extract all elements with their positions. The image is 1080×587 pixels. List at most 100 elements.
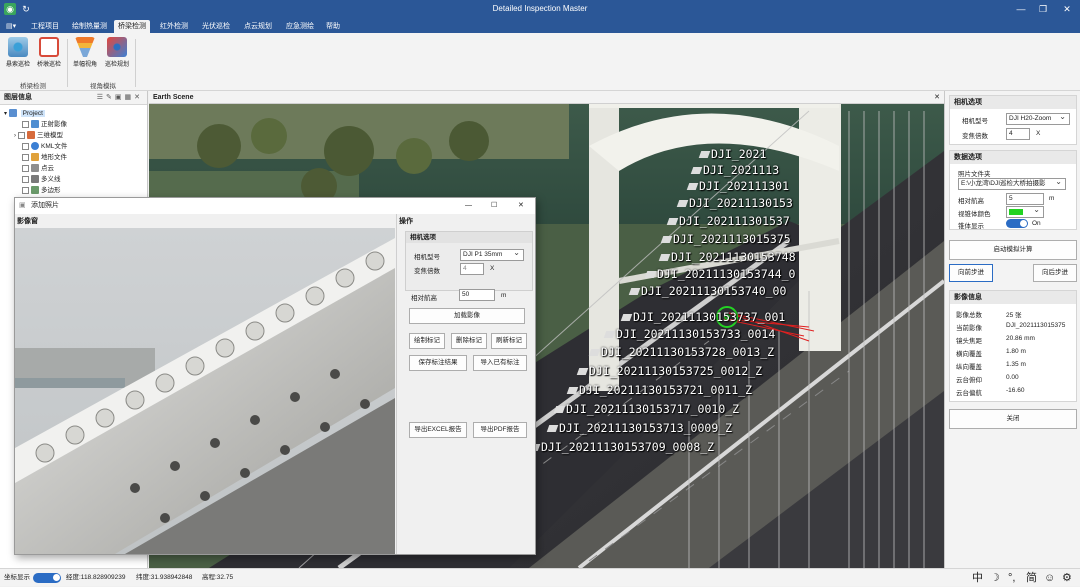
tree-item-kml[interactable]: KML文件	[22, 141, 67, 152]
image-position-label[interactable]: DJI_20211130153728_0013_Z	[588, 345, 774, 359]
tree-item-orthophoto[interactable]: 正射影像	[22, 119, 67, 130]
single-view-button[interactable]: 单幅视角	[70, 37, 100, 68]
camera-model-select[interactable]: DJI H20-Zoom	[1006, 113, 1070, 125]
image-layer-icon	[31, 120, 39, 129]
step-forward-button[interactable]: 向前步进	[949, 264, 993, 282]
inspection-photo[interactable]	[15, 228, 395, 554]
image-position-label[interactable]: DJI_20211130153713_0009_Z	[546, 421, 732, 435]
dialog-close-button[interactable]: ✕	[518, 198, 524, 214]
folder-icon	[8, 109, 17, 118]
dialog-altitude-input[interactable]: 50	[459, 289, 495, 301]
image-position-label[interactable]: DJI_20211130153717_0010_Z	[553, 402, 739, 416]
image-position-label[interactable]: DJI_202111301537	[666, 214, 790, 228]
suspension-inspect-button[interactable]: 悬索巡检	[3, 37, 33, 68]
refresh-mark-button[interactable]: 刷新标记	[491, 333, 527, 349]
ime-punct-icon[interactable]: °,	[1008, 569, 1015, 587]
close-button[interactable]: 关闭	[949, 409, 1077, 429]
image-position-label[interactable]: DJI_202111301	[686, 179, 789, 193]
delete-mark-button[interactable]: 删除标记	[451, 333, 487, 349]
import-annotation-button[interactable]: 导入已有标注	[473, 355, 527, 371]
tree-item-pointcloud[interactable]: 点云	[22, 163, 54, 174]
layer-checkbox[interactable]	[22, 142, 29, 150]
load-image-button[interactable]: 加载影像	[409, 308, 525, 324]
image-position-label-text: DJI_2021113	[703, 163, 780, 177]
image-position-label[interactable]: DJI_20211130153	[676, 196, 793, 210]
export-pdf-button[interactable]: 导出PDF报告	[473, 422, 527, 438]
photo-folder-select[interactable]: E:\小龙湾\DJI巡检大桥拍摄影	[958, 178, 1066, 190]
info-value: 0.00	[1006, 374, 1019, 381]
image-position-label-text: DJI_20211130153	[689, 196, 793, 210]
menu-item-pointcloud[interactable]: 点云规划	[240, 20, 276, 33]
tree-expander-icon[interactable]: ▾	[4, 111, 7, 117]
altitude-input[interactable]: 5	[1006, 193, 1044, 205]
image-position-label[interactable]: DJI_2021113015375	[660, 232, 791, 246]
simulate-button[interactable]: 启动模拟计算	[949, 240, 1077, 260]
layer-toolbar-icons[interactable]: ☰✎▣▦✕	[97, 91, 143, 105]
image-position-label[interactable]: DJI_20211130153748	[658, 250, 796, 264]
export-excel-button[interactable]: 导出EXCEL报告	[409, 422, 467, 438]
pier-inspect-button[interactable]: 桥墩巡检	[34, 37, 64, 68]
tree-item-terrain[interactable]: 地形文件	[22, 152, 67, 163]
maximize-button[interactable]: ❐	[1032, 2, 1054, 16]
dialog-title: 添加照片	[31, 202, 59, 209]
minimize-button[interactable]: —	[1010, 2, 1032, 16]
close-window-button[interactable]: ✕	[1056, 2, 1078, 16]
menu-item-emergency[interactable]: 应急测绘	[282, 20, 318, 33]
cone-color-swatch	[1009, 209, 1023, 215]
image-position-label[interactable]: DJI_20211130153733_0014	[603, 327, 775, 341]
layer-checkbox[interactable]	[22, 164, 29, 172]
tree-expander-icon[interactable]: ›	[14, 133, 16, 139]
menu-item-pv[interactable]: 光伏巡检	[198, 20, 234, 33]
menu-item-project[interactable]: 工程项目	[27, 20, 63, 33]
layer-checkbox[interactable]	[22, 120, 29, 128]
image-position-label[interactable]: DJI_20211130153740_00	[628, 284, 786, 298]
layer-checkbox[interactable]	[22, 175, 29, 183]
camera-model-value: DJI H20-Zoom	[1009, 115, 1052, 122]
menu-item-bridge[interactable]: 桥梁检测	[114, 20, 150, 33]
scene-close-icon[interactable]: ✕	[934, 91, 940, 104]
camera-marker-icon	[658, 254, 671, 261]
image-position-label[interactable]: DJI_20211130153744_0	[644, 267, 795, 281]
menu-item-infrared[interactable]: 红外检测	[156, 20, 192, 33]
tree-item-polygon[interactable]: 多边形	[22, 185, 61, 196]
menu-item-thermal[interactable]: 绘制热量测	[68, 20, 111, 33]
ime-lang-icon[interactable]: 中	[972, 569, 983, 587]
tree-item-polyline[interactable]: 多义线	[22, 174, 61, 185]
layer-checkbox[interactable]	[22, 153, 29, 161]
cone-color-picker[interactable]	[1006, 206, 1044, 218]
layer-checkbox[interactable]	[18, 131, 25, 139]
tree-item-3dmodel[interactable]: › 三维模型	[14, 130, 63, 141]
step-backward-button[interactable]: 向后步进	[1033, 264, 1077, 282]
tree-item-project[interactable]: ▾ Project	[4, 108, 45, 119]
layer-checkbox[interactable]	[22, 186, 29, 194]
dialog-maximize-button[interactable]: ☐	[491, 198, 497, 214]
image-position-label[interactable]: DJI_20211130153737_001	[620, 310, 785, 324]
dialog-splitter[interactable]	[396, 214, 397, 554]
image-position-label[interactable]: DJI_2021113	[690, 163, 780, 177]
cone-show-toggle[interactable]	[1006, 219, 1028, 228]
inspect-plan-button[interactable]: 巡检规划	[102, 37, 132, 68]
ribbon-group-bridge: 桥梁检测	[20, 83, 46, 90]
dialog-camera-model-select[interactable]: DJI P1 35mm	[460, 249, 524, 261]
ime-simplified-icon[interactable]: 简	[1026, 569, 1037, 587]
ime-emoji-icon[interactable]: ☺	[1044, 569, 1055, 587]
dialog-minimize-button[interactable]: —	[465, 198, 472, 214]
zoom-input[interactable]: 4	[1006, 128, 1030, 140]
image-position-label[interactable]: DJI_20211130153709_0008_Z	[528, 440, 714, 454]
image-position-label[interactable]: DJI_20211130153725_0012_Z	[576, 364, 762, 378]
image-position-label[interactable]: DJI_20211130153721_0011_Z	[566, 383, 752, 397]
dialog-zoom-label: 变焦倍数	[414, 268, 440, 275]
ime-settings-icon[interactable]: ⚙	[1062, 569, 1072, 587]
ime-moon-icon[interactable]: ☽	[990, 569, 1000, 587]
dialog-camera-section: 相机选项 相机型号 DJI P1 35mm 变焦倍数 4 X	[405, 231, 533, 291]
info-value: 25 张	[1006, 312, 1022, 319]
coord-display-toggle[interactable]	[33, 573, 61, 583]
dialog-zoom-input[interactable]: 4	[460, 263, 484, 275]
image-position-label[interactable]: DJI_2021	[698, 147, 766, 161]
app-menu-button[interactable]: ▤▾	[2, 20, 20, 33]
menu-item-help[interactable]: 帮助	[322, 20, 344, 33]
camera-marker-icon	[546, 425, 559, 432]
dialog-titlebar: ▣ 添加照片 — ☐ ✕	[15, 198, 535, 214]
save-annotation-button[interactable]: 保存标注结果	[409, 355, 467, 371]
draw-mark-button[interactable]: 绘制标记	[409, 333, 445, 349]
